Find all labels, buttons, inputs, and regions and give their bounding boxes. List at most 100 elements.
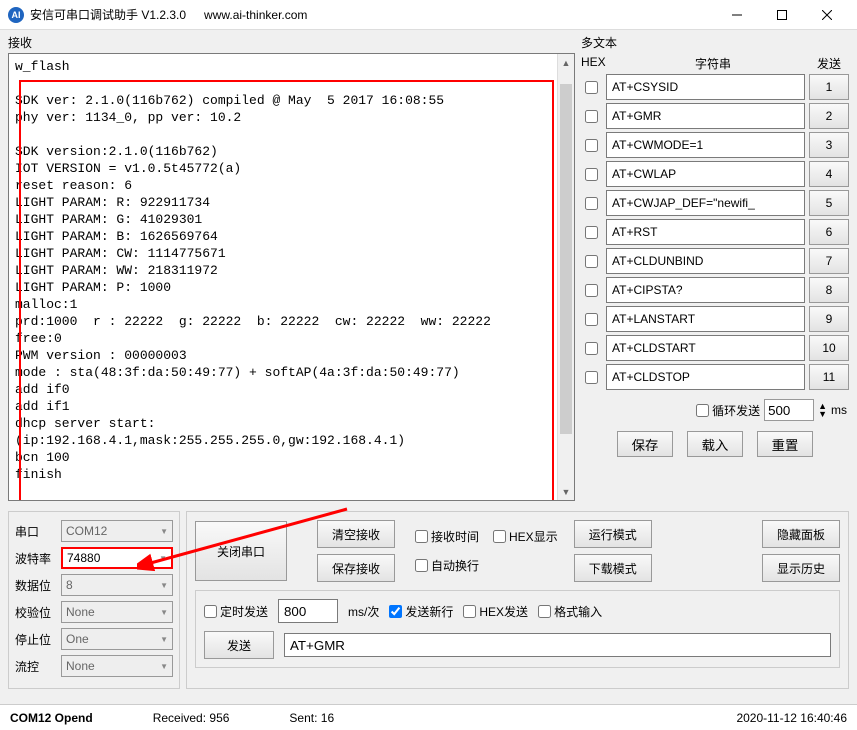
- cmd-hex-checkbox[interactable]: [585, 371, 598, 384]
- port-row-label: 停止位: [15, 631, 57, 648]
- cmd-send-button[interactable]: 9: [809, 306, 849, 332]
- cmd-hex-checkbox[interactable]: [585, 342, 598, 355]
- download-mode-button[interactable]: 下载模式: [574, 554, 652, 582]
- status-sent: Sent: 16: [289, 711, 334, 725]
- receive-time-label: 接收时间: [431, 528, 479, 545]
- load-presets-button[interactable]: 载入: [687, 431, 743, 457]
- scroll-up-icon[interactable]: ▲: [558, 54, 574, 71]
- cmd-hex-checkbox[interactable]: [585, 81, 598, 94]
- format-input-checkbox[interactable]: [538, 605, 551, 618]
- hide-panel-button[interactable]: 隐藏面板: [762, 520, 840, 548]
- close-button[interactable]: [804, 1, 849, 29]
- cmd-hex-checkbox[interactable]: [585, 168, 598, 181]
- cmd-text-input[interactable]: [606, 335, 805, 361]
- cmd-hex-checkbox[interactable]: [585, 110, 598, 123]
- cmd-send-button[interactable]: 11: [809, 364, 849, 390]
- multitext-label: 多文本: [581, 32, 849, 53]
- hex-send-checkbox[interactable]: [463, 605, 476, 618]
- cmd-hex-checkbox[interactable]: [585, 139, 598, 152]
- cmd-send-button[interactable]: 5: [809, 190, 849, 216]
- cmd-text-input[interactable]: [606, 277, 805, 303]
- auto-wrap-label: 自动换行: [431, 557, 479, 574]
- receive-label: 接收: [8, 32, 575, 53]
- port-row-label: 流控: [15, 658, 57, 675]
- cmd-send-button[interactable]: 3: [809, 132, 849, 158]
- col-hex-label: HEX: [581, 55, 617, 72]
- cmd-send-button[interactable]: 7: [809, 248, 849, 274]
- run-mode-button[interactable]: 运行模式: [574, 520, 652, 548]
- port-row-select[interactable]: None▼: [61, 601, 173, 623]
- send-newline-checkbox[interactable]: [389, 605, 402, 618]
- send-newline-label: 发送新行: [405, 603, 453, 620]
- cmd-send-button[interactable]: 1: [809, 74, 849, 100]
- loop-unit-label: ms: [831, 403, 847, 417]
- cmd-send-button[interactable]: 8: [809, 277, 849, 303]
- port-row-select[interactable]: None▼: [61, 655, 173, 677]
- send-input[interactable]: [284, 633, 831, 657]
- timed-send-checkbox[interactable]: [204, 605, 217, 618]
- spinner-icon[interactable]: ▲▼: [818, 402, 827, 418]
- cmd-hex-checkbox[interactable]: [585, 255, 598, 268]
- port-row-select[interactable]: 8▼: [61, 574, 173, 596]
- cmd-send-button[interactable]: 4: [809, 161, 849, 187]
- maximize-button[interactable]: [759, 1, 804, 29]
- scroll-down-icon[interactable]: ▼: [558, 483, 574, 500]
- port-row-select[interactable]: 74880▼: [61, 547, 173, 569]
- timed-unit-label: ms/次: [348, 603, 379, 620]
- port-row-select[interactable]: One▼: [61, 628, 173, 650]
- close-port-button[interactable]: 关闭串口: [195, 521, 287, 581]
- auto-wrap-checkbox[interactable]: [415, 559, 428, 572]
- reset-presets-button[interactable]: 重置: [757, 431, 813, 457]
- format-input-label: 格式输入: [554, 603, 602, 620]
- receive-time-checkbox[interactable]: [415, 530, 428, 543]
- loop-send-label: 循环发送: [712, 402, 760, 419]
- clear-receive-button[interactable]: 清空接收: [317, 520, 395, 548]
- loop-interval-input[interactable]: [764, 399, 814, 421]
- scroll-thumb[interactable]: [560, 84, 572, 434]
- cmd-hex-checkbox[interactable]: [585, 284, 598, 297]
- cmd-text-input[interactable]: [606, 74, 805, 100]
- cmd-send-button[interactable]: 10: [809, 335, 849, 361]
- cmd-hex-checkbox[interactable]: [585, 313, 598, 326]
- cmd-text-input[interactable]: [606, 306, 805, 332]
- port-row-label: 数据位: [15, 577, 57, 594]
- port-row-label: 校验位: [15, 604, 57, 621]
- cmd-text-input[interactable]: [606, 219, 805, 245]
- col-string-label: 字符串: [617, 55, 809, 72]
- cmd-send-button[interactable]: 2: [809, 103, 849, 129]
- timed-send-label: 定时发送: [220, 603, 268, 620]
- port-row-select[interactable]: COM12▼: [61, 520, 173, 542]
- send-button[interactable]: 发送: [204, 631, 274, 659]
- cmd-send-button[interactable]: 6: [809, 219, 849, 245]
- show-history-button[interactable]: 显示历史: [762, 554, 840, 582]
- hex-send-label: HEX发送: [479, 603, 528, 620]
- hex-display-checkbox[interactable]: [493, 530, 506, 543]
- cmd-hex-checkbox[interactable]: [585, 226, 598, 239]
- status-received: Received: 956: [153, 711, 230, 725]
- hex-display-label: HEX显示: [509, 528, 558, 545]
- scrollbar-vertical[interactable]: ▲ ▼: [557, 54, 574, 500]
- cmd-text-input[interactable]: [606, 364, 805, 390]
- website-url: www.ai-thinker.com: [204, 8, 307, 22]
- controls-group: 关闭串口 清空接收 保存接收 接收时间 HEX显示 自动换行 运行模式 下载模式: [186, 511, 849, 689]
- status-port: COM12 Opend: [10, 711, 93, 725]
- timed-interval-input[interactable]: [278, 599, 338, 623]
- app-icon: AI: [8, 7, 24, 23]
- cmd-text-input[interactable]: [606, 248, 805, 274]
- col-send-label: 发送: [809, 55, 849, 72]
- cmd-text-input[interactable]: [606, 190, 805, 216]
- save-receive-button[interactable]: 保存接收: [317, 554, 395, 582]
- minimize-button[interactable]: [714, 1, 759, 29]
- save-presets-button[interactable]: 保存: [617, 431, 673, 457]
- loop-send-checkbox[interactable]: [696, 404, 709, 417]
- cmd-text-input[interactable]: [606, 161, 805, 187]
- port-row-label: 串口: [15, 523, 57, 540]
- cmd-text-input[interactable]: [606, 103, 805, 129]
- receive-textarea[interactable]: w_flash SDK ver: 2.1.0(116b762) compiled…: [8, 53, 575, 501]
- receive-content: w_flash SDK ver: 2.1.0(116b762) compiled…: [9, 54, 574, 489]
- status-timestamp: 2020-11-12 16:40:46: [736, 711, 847, 725]
- window-title: 安信可串口调试助手 V1.2.3.0: [30, 6, 186, 23]
- cmd-text-input[interactable]: [606, 132, 805, 158]
- port-settings-group: 串口COM12▼波特率74880▼数据位8▼校验位None▼停止位One▼流控N…: [8, 511, 180, 689]
- cmd-hex-checkbox[interactable]: [585, 197, 598, 210]
